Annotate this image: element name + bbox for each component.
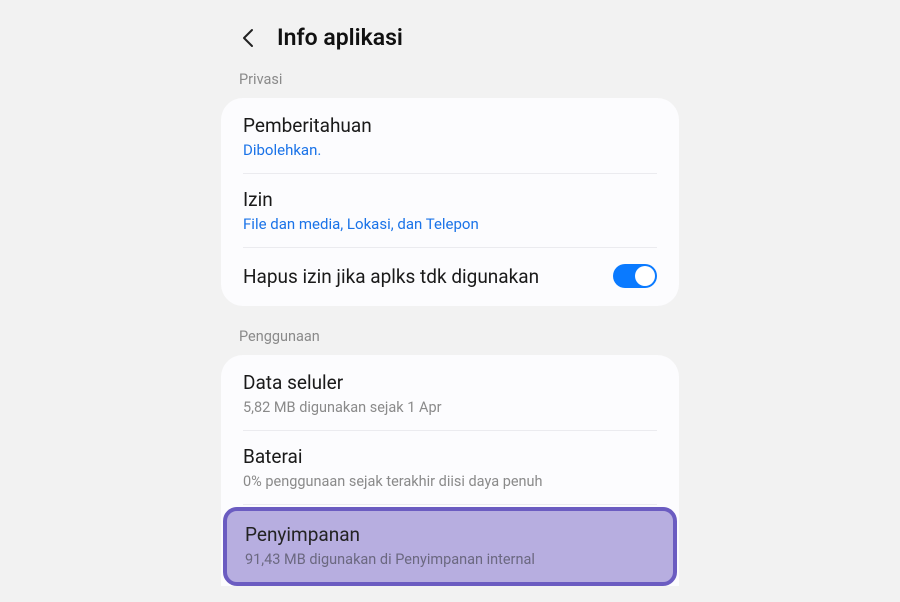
mobile-data-row[interactable]: Data seluler 5,82 MB digunakan sejak 1 A… [221,357,679,430]
header: Info aplikasi [217,20,683,65]
permissions-sub: File dan media, Lokasi, dan Telepon [243,215,657,233]
mobile-data-sub: 5,82 MB digunakan sejak 1 Apr [243,399,657,416]
remove-permissions-row[interactable]: Hapus izin jika aplks tdk digunakan [221,248,679,304]
remove-permissions-label: Hapus izin jika aplks tdk digunakan [243,265,539,288]
notifications-title: Pemberitahuan [243,114,657,137]
notifications-sub: Dibolehkan. [243,141,657,159]
notifications-row[interactable]: Pemberitahuan Dibolehkan. [221,100,679,173]
battery-sub: 0% penggunaan sejak terakhir diisi daya … [243,473,657,490]
storage-sub: 91,43 MB digunakan di Penyimpanan intern… [245,551,655,568]
usage-card: Data seluler 5,82 MB digunakan sejak 1 A… [221,355,679,586]
divider [243,504,657,505]
remove-permissions-toggle[interactable] [613,264,657,288]
permissions-title: Izin [243,188,657,211]
storage-row-highlighted[interactable]: Penyimpanan 91,43 MB digunakan di Penyim… [223,507,677,586]
battery-row[interactable]: Baterai 0% penggunaan sejak terakhir dii… [221,431,679,504]
battery-title: Baterai [243,445,657,468]
section-label-usage: Penggunaan [217,322,683,351]
app-info-panel: Info aplikasi Privasi Pemberitahuan Dibo… [217,0,683,602]
mobile-data-title: Data seluler [243,371,657,394]
privacy-card: Pemberitahuan Dibolehkan. Izin File dan … [221,98,679,306]
storage-title: Penyimpanan [245,523,655,546]
permissions-row[interactable]: Izin File dan media, Lokasi, dan Telepon [221,174,679,247]
back-icon[interactable] [237,26,261,50]
section-label-privacy: Privasi [217,65,683,94]
page-title: Info aplikasi [277,24,403,51]
